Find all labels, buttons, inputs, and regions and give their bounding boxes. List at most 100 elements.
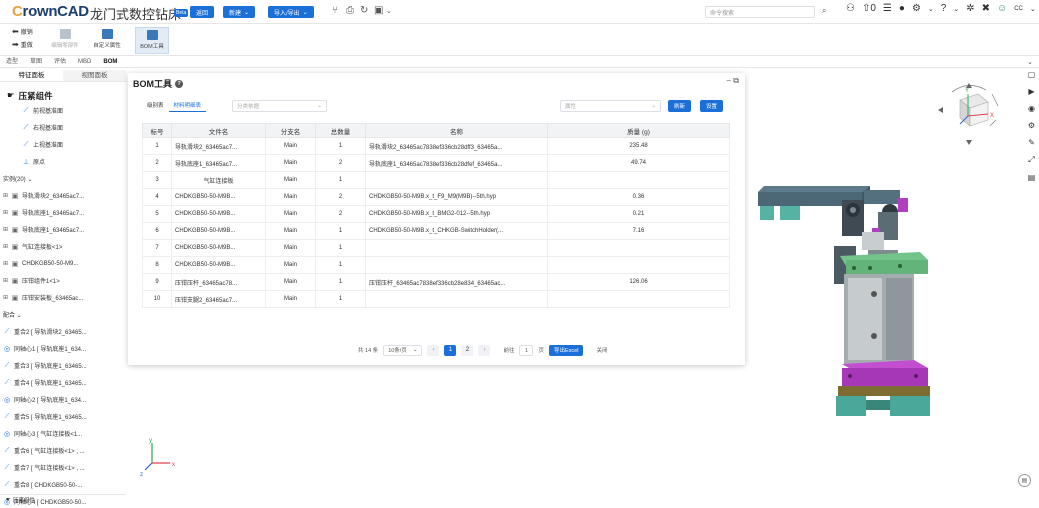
edit-part-button[interactable]: 编辑零部件 [48,27,82,54]
tree-item[interactable]: ⟋ 重合7 [ 气缸连接板<1> , ... [0,459,126,476]
expand-icon[interactable]: ⊞ [3,192,8,199]
table-row[interactable]: 3 气缸连接板 Main 1 [142,171,730,189]
tree-item[interactable]: ⟋ 重合8 [ CHDKGB50-50-... [0,476,126,493]
goto-page-input[interactable]: 1 [519,344,534,356]
attribute-select[interactable]: 属性 ⌄ [560,100,661,112]
new-button[interactable]: 新建 ⌄ [223,6,256,18]
expand-icon[interactable]: ⊞ [3,226,8,233]
expand-icon[interactable]: ⊞ [3,277,8,284]
tree-item[interactable]: ⊥ 原点 [0,153,126,170]
table-row[interactable]: 4 CHDKGB50-50-M9B... Main 2 CHDKGB50-50-M9B.… [142,188,730,206]
tree-item[interactable]: ⊞ ▣ CHDKGB50-50-M9... [0,255,126,272]
expand-icon[interactable]: ⊞ [3,243,8,250]
tools-icon[interactable]: ✖ [982,3,990,14]
tree-item[interactable]: ◎ 同轴心2 [ 导轨底座1_634... [0,391,126,408]
refresh-icon[interactable]: ↻ [360,5,368,16]
print-icon[interactable]: ⎙ [346,5,354,16]
tree-item[interactable]: ◎ 同轴心1 [ 导轨底座1_634... [0,340,126,357]
redo-button[interactable]: ➡ 重做 [12,40,33,49]
tree-item[interactable]: ⊞ ▣ 导轨底座1_63465ac7... [0,221,126,238]
chevron-down-icon[interactable]: ⌄ [928,5,934,13]
model-viewport[interactable] [750,170,960,425]
tab-modeling[interactable]: 造型 [0,57,24,67]
tree-item[interactable]: ⊞ ▣ 压钳组件1<1> [0,272,126,289]
table-row[interactable]: 9 压钳压杆_63465ac78... Main 1 压钳压杆_63465ac7838e… [142,273,730,291]
tab-material-list[interactable]: 材料明细表 [168,100,207,112]
table-row[interactable]: 6 CHDKGB50-50-M9B... Main 1 CHDKGB50-50-M9B.… [142,222,730,240]
save-icon[interactable]: ▣ [374,5,383,16]
avatar-icon[interactable]: ☺ [997,3,1007,14]
window-controls[interactable]: – ⧉ [727,76,739,86]
measure-icon[interactable]: ✎ [1028,138,1035,147]
tab-bom[interactable]: BOM [97,57,123,67]
chevron-down-icon[interactable]: ⌄ [386,7,392,15]
export-excel-button[interactable]: 导出Excel [548,344,584,356]
document-icon[interactable]: ▤ [1028,173,1036,182]
tree-item[interactable]: ⊞ ▣ 气缸连接板<1> [0,238,126,255]
table-row[interactable]: 10 压钳支腿2_63465ac7... Main 1 [142,290,730,308]
chevron-down-icon[interactable]: ⌄ [1030,5,1036,13]
tree-item[interactable]: ⊞ ▣ 压钳安装板_63465ac... [0,289,126,306]
tab-mbd[interactable]: MBD [72,57,97,67]
settings-button[interactable]: 设置 [700,100,724,112]
table-row[interactable]: 2 导轨底座1_63465ac7... Main 2 导轨底座1_63465ac7838… [142,154,730,172]
gear-icon[interactable]: ⚙ [912,3,921,14]
layers-icon[interactable]: ☰ [883,3,892,14]
share-icon[interactable]: ⇧0 [862,3,876,14]
assembly-root[interactable]: ☛ 压紧组件 [0,82,126,102]
table-row[interactable]: 7 CHDKGB50-50-M9B... Main 1 [142,239,730,257]
camera-icon[interactable]: ▶ [1028,87,1034,96]
tree-item[interactable]: ⟋ 重合6 [ 气缸连接板<1> , ... [0,442,126,459]
tree-item[interactable]: ⟋ 重合5 [ 导轨底座1_63465... [0,408,126,425]
bom-tool-button[interactable]: BOM工具 [135,27,169,54]
tree-item[interactable]: ⟋ 重合2 [ 导轨滑块2_63465... [0,323,126,340]
table-row[interactable]: 1 导轨滑块2_63465ac7... Main 1 导轨滑块2_63465ac7838… [142,137,730,155]
explode-icon[interactable]: ⤢ [1028,155,1034,165]
assembly-tab[interactable]: ☛ 压紧组件 [6,496,35,504]
tree-item[interactable]: ⟋ 右视基准面 [0,119,126,136]
help-icon[interactable]: ? [175,79,183,88]
users-icon[interactable]: ⚇ [846,3,855,14]
tree-item[interactable]: ⟋ 上视基准面 [0,136,126,153]
section-icon[interactable]: ⚙ [1028,121,1035,130]
category-select[interactable]: 分类依据 ⌄ [232,100,327,112]
tree-item[interactable]: ⟋ 重合3 [ 导轨底座1_63465... [0,357,126,374]
help-icon[interactable]: ? [941,3,947,14]
collapse-ribbon-icon[interactable]: ⌄ [1027,58,1033,66]
tree-item[interactable]: ⊞ ▣ 导轨滑块2_63465ac7... [0,187,126,204]
import-export-button[interactable]: 导入/导出 ⌄ [268,6,314,18]
tab-sketch[interactable]: 草图 [24,57,48,67]
page-1-button[interactable]: 1 [444,344,457,356]
app-logo[interactable]: CrownCAD [12,3,89,20]
command-search-input[interactable]: 命令搜索 [705,6,815,18]
feedback-icon[interactable]: ▤ [1018,474,1031,487]
appearance-icon[interactable]: ◉ [1028,104,1035,113]
tab-view-panel[interactable]: 视图面板 [63,70,126,81]
page-2-button[interactable]: 2 [461,344,474,356]
chevron-down-icon[interactable]: ⌄ [953,5,959,13]
tree-item[interactable]: ◎ 同轴心3 [ 气缸连接板<1... [0,425,126,442]
tree-item[interactable]: ⊞ ▣ 导轨底座1_63465ac7... [0,204,126,221]
branch-icon[interactable]: ⑂ [332,5,338,16]
tree-item[interactable]: 配合 ⌄ [0,306,126,323]
search-icon[interactable]: ⌕ [822,6,826,16]
tab-evaluate[interactable]: 评估 [48,57,72,67]
next-page-button[interactable]: › [478,344,491,356]
user-name[interactable]: CC [1014,6,1023,12]
expand-icon[interactable]: ⊞ [3,294,8,301]
tree-item[interactable]: ⟋ 重合4 [ 导轨底座1_63465... [0,374,126,391]
expand-icon[interactable]: ⊞ [3,209,8,216]
prev-page-button[interactable]: ‹ [427,344,440,356]
tree-item[interactable]: ⟋ 前视基准面 [0,102,126,119]
chat-icon[interactable]: ● [899,3,905,14]
tab-feature-panel[interactable]: 特征面板 [0,70,63,81]
undo-button[interactable]: ⬅ 撤销 [12,27,33,36]
tree-item[interactable]: 实例(20) ⌄ [0,170,126,187]
custom-attr-button[interactable]: 自定义属性 [90,27,124,54]
back-button[interactable]: 返回 [190,6,215,18]
settings-icon[interactable]: ✲ [966,3,974,14]
table-row[interactable]: 8 CHDKGB50-50-M9B... Main 1 [142,256,730,274]
tab-level-table[interactable]: 级别表 [142,100,169,112]
expand-icon[interactable]: ⊞ [3,260,8,267]
view-cube[interactable]: Y X [932,80,1007,150]
